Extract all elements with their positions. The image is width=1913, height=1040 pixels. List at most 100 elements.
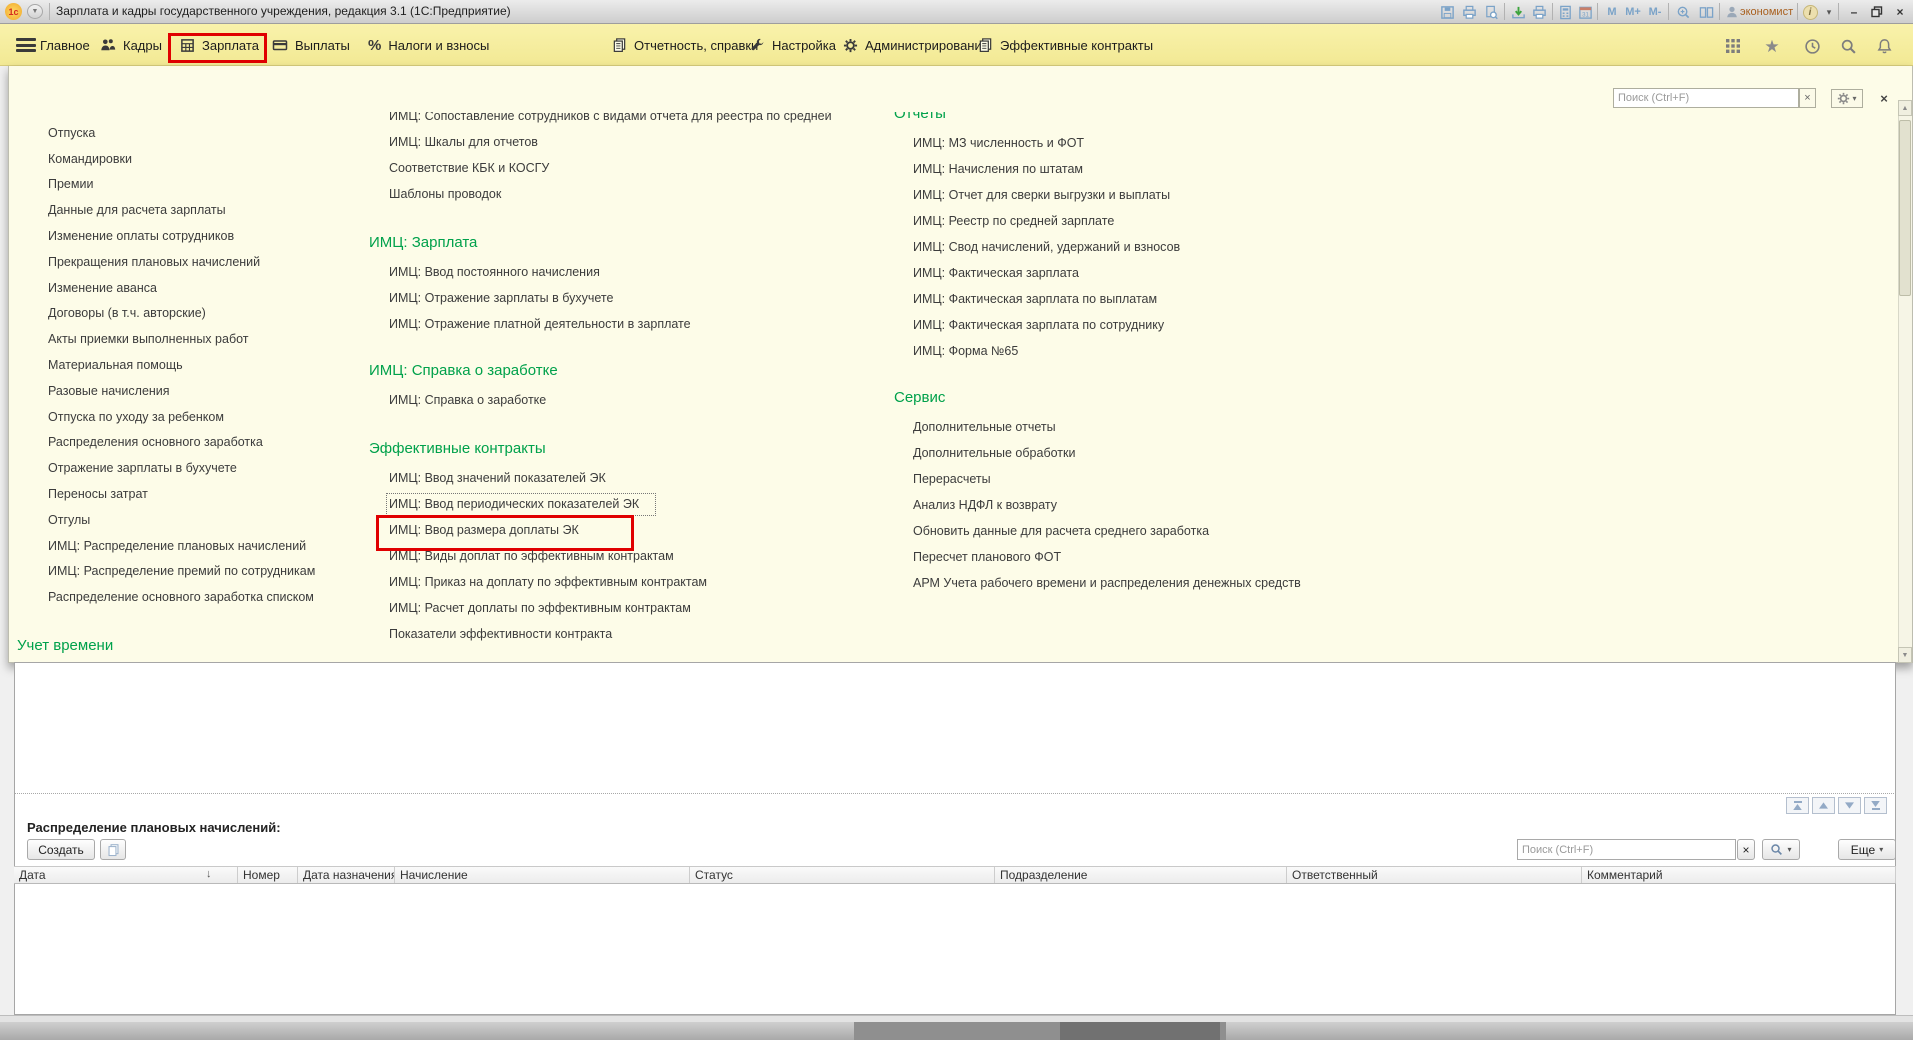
menu-link[interactable]: ИМЦ: Ввод размера доплаты ЭК — [389, 517, 579, 543]
menu-link[interactable]: ИМЦ: Справка о заработке — [389, 387, 546, 413]
go-down-button[interactable] — [1838, 797, 1861, 814]
search-clear-icon[interactable]: × — [1799, 88, 1816, 108]
menu-link[interactable]: Дополнительные обработки — [913, 440, 1075, 466]
tab-otchetnost[interactable]: Отчетность, справки — [612, 24, 758, 66]
minimize-button[interactable]: – — [1845, 4, 1863, 20]
menu-link[interactable]: Обновить данные для расчета среднего зар… — [913, 518, 1209, 544]
menu-link[interactable]: ИМЦ: Отчет для сверки выгрузки и выплаты — [913, 182, 1170, 208]
menu-link[interactable]: Материальная помощь — [48, 352, 183, 378]
column-header[interactable]: Дата — [14, 867, 238, 883]
menu-link[interactable]: ИМЦ: Свод начислений, удержаний и взносо… — [913, 234, 1180, 260]
panel-search-input[interactable] — [1613, 88, 1799, 108]
history-clock-icon[interactable] — [1803, 37, 1821, 55]
zoom-button[interactable] — [1674, 4, 1692, 20]
scrollbar-down-arrow[interactable]: ▼ — [1898, 647, 1912, 663]
tab-nalogi[interactable]: % Налоги и взносы — [368, 24, 489, 66]
memory-store-button[interactable]: M — [1603, 4, 1621, 20]
info-button[interactable]: i — [1801, 4, 1819, 20]
save-button[interactable] — [1438, 4, 1456, 20]
column-header[interactable]: Начисление — [395, 867, 690, 883]
menu-link[interactable]: Распределение основного заработка списко… — [48, 584, 314, 610]
tab-effektivnye-kontrakty[interactable]: Эффективные контракты — [978, 24, 1153, 66]
column-header[interactable]: Дата назначения — [298, 867, 395, 883]
menu-link[interactable]: ИМЦ: Начисления по штатам — [913, 156, 1083, 182]
menu-link[interactable]: Изменение оплаты сотрудников — [48, 223, 234, 249]
menu-link[interactable]: АРМ Учета рабочего времени и распределен… — [913, 570, 1301, 596]
create-button[interactable]: Создать — [27, 839, 95, 860]
menu-link[interactable]: ИМЦ: Ввод постоянного начисления — [389, 259, 600, 285]
tab-kadry[interactable]: Кадры — [100, 24, 162, 66]
print-button[interactable] — [1460, 4, 1478, 20]
current-user-label[interactable]: экономист — [1740, 6, 1793, 18]
quick-print-button[interactable] — [1530, 4, 1548, 20]
menu-link[interactable]: ИМЦ: Фактическая зарплата по выплатам — [913, 286, 1157, 312]
tab-glavnoe[interactable]: Главное — [40, 24, 90, 66]
menu-link[interactable]: Отгулы — [48, 507, 90, 533]
calculator-button[interactable] — [1556, 4, 1574, 20]
find-button[interactable]: ▾ — [1762, 839, 1800, 860]
favorites-star-icon[interactable]: ★ — [1763, 37, 1781, 55]
menu-link[interactable]: ИМЦ: Фактическая зарплата — [913, 260, 1079, 286]
panel-close-icon[interactable]: × — [1875, 89, 1893, 108]
list-search-input[interactable] — [1517, 839, 1736, 860]
send-button[interactable] — [1509, 4, 1527, 20]
menu-link[interactable]: Отражение зарплаты в бухучете — [48, 455, 237, 481]
copy-button[interactable] — [100, 839, 126, 860]
go-up-button[interactable] — [1812, 797, 1835, 814]
print-preview-button[interactable] — [1482, 4, 1500, 20]
scrollbar-up-arrow[interactable]: ▲ — [1898, 100, 1912, 116]
column-header[interactable]: Ответственный — [1287, 867, 1582, 883]
apps-grid-icon[interactable] — [1724, 37, 1742, 55]
menu-link[interactable]: Данные для расчета зарплаты — [48, 197, 226, 223]
menu-link[interactable]: Распределения основного заработка — [48, 430, 263, 456]
menu-link[interactable]: Премии — [48, 172, 93, 198]
menu-link[interactable]: Договоры (в т.ч. авторские) — [48, 301, 206, 327]
menu-link[interactable]: ИМЦ: Фактическая зарплата по сотруднику — [913, 312, 1164, 338]
tab-administrirovanie[interactable]: Администрирование — [843, 24, 989, 66]
menu-link[interactable]: Дополнительные отчеты — [913, 414, 1056, 440]
menu-link[interactable]: Командировки — [48, 146, 132, 172]
split-window-button[interactable] — [1697, 4, 1715, 20]
notifications-bell-icon[interactable] — [1875, 37, 1893, 55]
menu-link[interactable]: Акты приемки выполненных работ — [48, 326, 249, 352]
column-header[interactable]: Комментарий — [1582, 867, 1896, 883]
column-header[interactable]: Подразделение — [995, 867, 1287, 883]
splitter-line[interactable] — [14, 793, 1896, 794]
menu-link[interactable]: Разовые начисления — [48, 378, 170, 404]
more-button[interactable]: Еще ▾ — [1838, 839, 1896, 860]
menu-link[interactable]: ИМЦ: Распределение премий по сотрудникам — [48, 559, 315, 585]
chevron-down-icon[interactable]: ▾ — [1820, 4, 1838, 20]
menu-link[interactable]: Отпуска — [48, 120, 95, 146]
close-button[interactable]: × — [1891, 4, 1909, 20]
menu-link[interactable]: Изменение аванса — [48, 275, 157, 301]
menu-link[interactable]: Шаблоны проводок — [389, 181, 501, 207]
menu-link[interactable]: Прекращения плановых начислений — [48, 249, 260, 275]
hamburger-icon[interactable] — [16, 38, 36, 52]
menu-link[interactable]: Анализ НДФЛ к возврату — [913, 492, 1057, 518]
menu-link[interactable]: Отпуска по уходу за ребенком — [48, 404, 224, 430]
system-menu-button[interactable]: ▼ — [27, 4, 43, 19]
search-icon[interactable] — [1839, 37, 1857, 55]
go-first-button[interactable] — [1786, 797, 1809, 814]
menu-link[interactable]: ИМЦ: МЗ численность и ФОТ — [913, 130, 1084, 156]
memory-subtract-button[interactable]: M- — [1646, 4, 1664, 20]
tab-nastroyka[interactable]: Настройка — [750, 24, 836, 66]
list-search-clear-icon[interactable]: × — [1737, 839, 1755, 860]
go-last-button[interactable] — [1864, 797, 1887, 814]
menu-link[interactable]: ИМЦ: Реестр по средней зарплате — [913, 208, 1114, 234]
settings-gear-button[interactable]: ▾ — [1831, 89, 1863, 108]
column-header[interactable]: Номер — [238, 867, 298, 883]
menu-link[interactable]: ИМЦ: Форма №65 — [913, 338, 1018, 364]
menu-link[interactable]: ИМЦ: Шкалы для отчетов — [389, 129, 538, 155]
menu-link[interactable]: ИМЦ: Распределение плановых начислений — [48, 533, 306, 559]
menu-link[interactable]: ИМЦ: Виды доплат по эффективным контракт… — [389, 543, 674, 569]
restore-button[interactable] — [1868, 4, 1886, 20]
menu-link[interactable]: ИМЦ: Отражение зарплаты в бухучете — [389, 285, 613, 311]
menu-link[interactable]: Показатели эффективности контракта — [389, 621, 612, 647]
calendar-button[interactable]: 31 — [1576, 4, 1594, 20]
menu-link[interactable]: Переносы затрат — [48, 481, 148, 507]
scrollbar-thumb[interactable] — [1899, 120, 1911, 296]
tab-vyplaty[interactable]: Выплаты — [272, 24, 350, 66]
column-header[interactable]: Статус — [690, 867, 995, 883]
menu-link[interactable]: Перерасчеты — [913, 466, 991, 492]
